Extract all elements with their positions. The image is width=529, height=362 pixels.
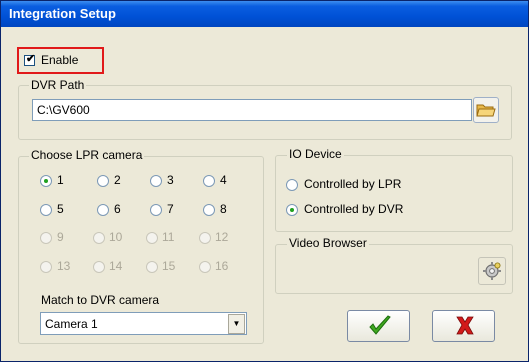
lpr-camera-radio-15 [146,261,158,273]
lpr-camera-radio-6[interactable] [97,204,109,216]
video-browser-group-title: Video Browser [287,236,369,250]
lpr-camera-radio-11 [146,232,158,244]
lpr-camera-radio-14 [93,261,105,273]
lpr-camera-radio-4[interactable] [203,175,215,187]
video-settings-icon [483,262,501,280]
dvr-path-input[interactable]: C:\GV600 [32,99,472,121]
lpr-camera-radio-7[interactable] [150,204,162,216]
dvr-camera-dropdown-value: Camera 1 [45,317,98,331]
lpr-camera-radio-13 [40,261,52,273]
lpr-camera-option-label: 5 [57,202,64,216]
lpr-camera-option-label: 2 [114,173,121,187]
folder-icon [476,104,496,117]
lpr-camera-radio-8[interactable] [203,204,215,216]
enable-checkbox[interactable]: ✔ [24,53,36,66]
ok-button[interactable] [347,310,410,342]
chevron-down-icon[interactable]: ▼ [228,314,245,334]
window-title: Integration Setup [1,1,528,27]
lpr-camera-radio-16 [199,261,211,273]
lpr-camera-group-title: Choose LPR camera [29,148,145,162]
match-dvr-camera-label: Match to DVR camera [41,293,160,307]
lpr-camera-option-label: 7 [167,202,174,216]
io-controlled-by-dvr-radio[interactable] [286,204,298,216]
green-checkmark-icon [369,315,391,335]
lpr-camera-option-label: 1 [57,173,64,187]
io-controlled-by-dvr-label: Controlled by DVR [304,202,404,216]
lpr-camera-radio-1[interactable] [40,175,52,187]
lpr-camera-radio-5[interactable] [40,204,52,216]
lpr-camera-option-label: 10 [109,230,123,244]
io-device-group-title: IO Device [287,147,344,161]
lpr-camera-option-label: 4 [220,173,227,187]
lpr-camera-option-label: 16 [215,259,229,273]
dvr-camera-dropdown[interactable]: Camera 1 ▼ [40,312,247,335]
checkmark-icon: ✔ [26,53,36,65]
video-browser-settings-button[interactable] [478,257,506,285]
red-x-icon [456,316,474,335]
lpr-camera-option-label: 9 [57,230,64,244]
integration-setup-window: Integration Setup ✔ Enable DVR Path C:\G… [0,0,529,362]
lpr-camera-option-label: 11 [162,230,175,244]
lpr-camera-radio-9 [40,232,52,244]
radio-selected-dot [290,208,294,212]
lpr-camera-radio-2[interactable] [97,175,109,187]
io-controlled-by-lpr-label: Controlled by LPR [304,177,402,191]
lpr-camera-option-label: 12 [215,230,229,244]
lpr-camera-option-label: 8 [220,202,227,216]
lpr-camera-option-label: 13 [57,259,71,273]
lpr-camera-option-label: 15 [162,259,176,273]
cancel-button[interactable] [432,310,495,342]
lpr-camera-radio-12 [199,232,211,244]
enable-label[interactable]: Enable [41,53,78,67]
lpr-camera-option-label: 6 [114,202,121,216]
dvr-path-group-title: DVR Path [29,78,87,92]
io-device-group [275,155,513,232]
io-controlled-by-lpr-radio[interactable] [286,179,298,191]
radio-selected-dot [44,179,48,183]
lpr-camera-radio-10 [93,232,105,244]
lpr-camera-option-label: 3 [167,173,174,187]
lpr-camera-option-label: 14 [109,259,123,273]
browse-folder-button[interactable] [473,97,499,123]
lpr-camera-radio-3[interactable] [150,175,162,187]
